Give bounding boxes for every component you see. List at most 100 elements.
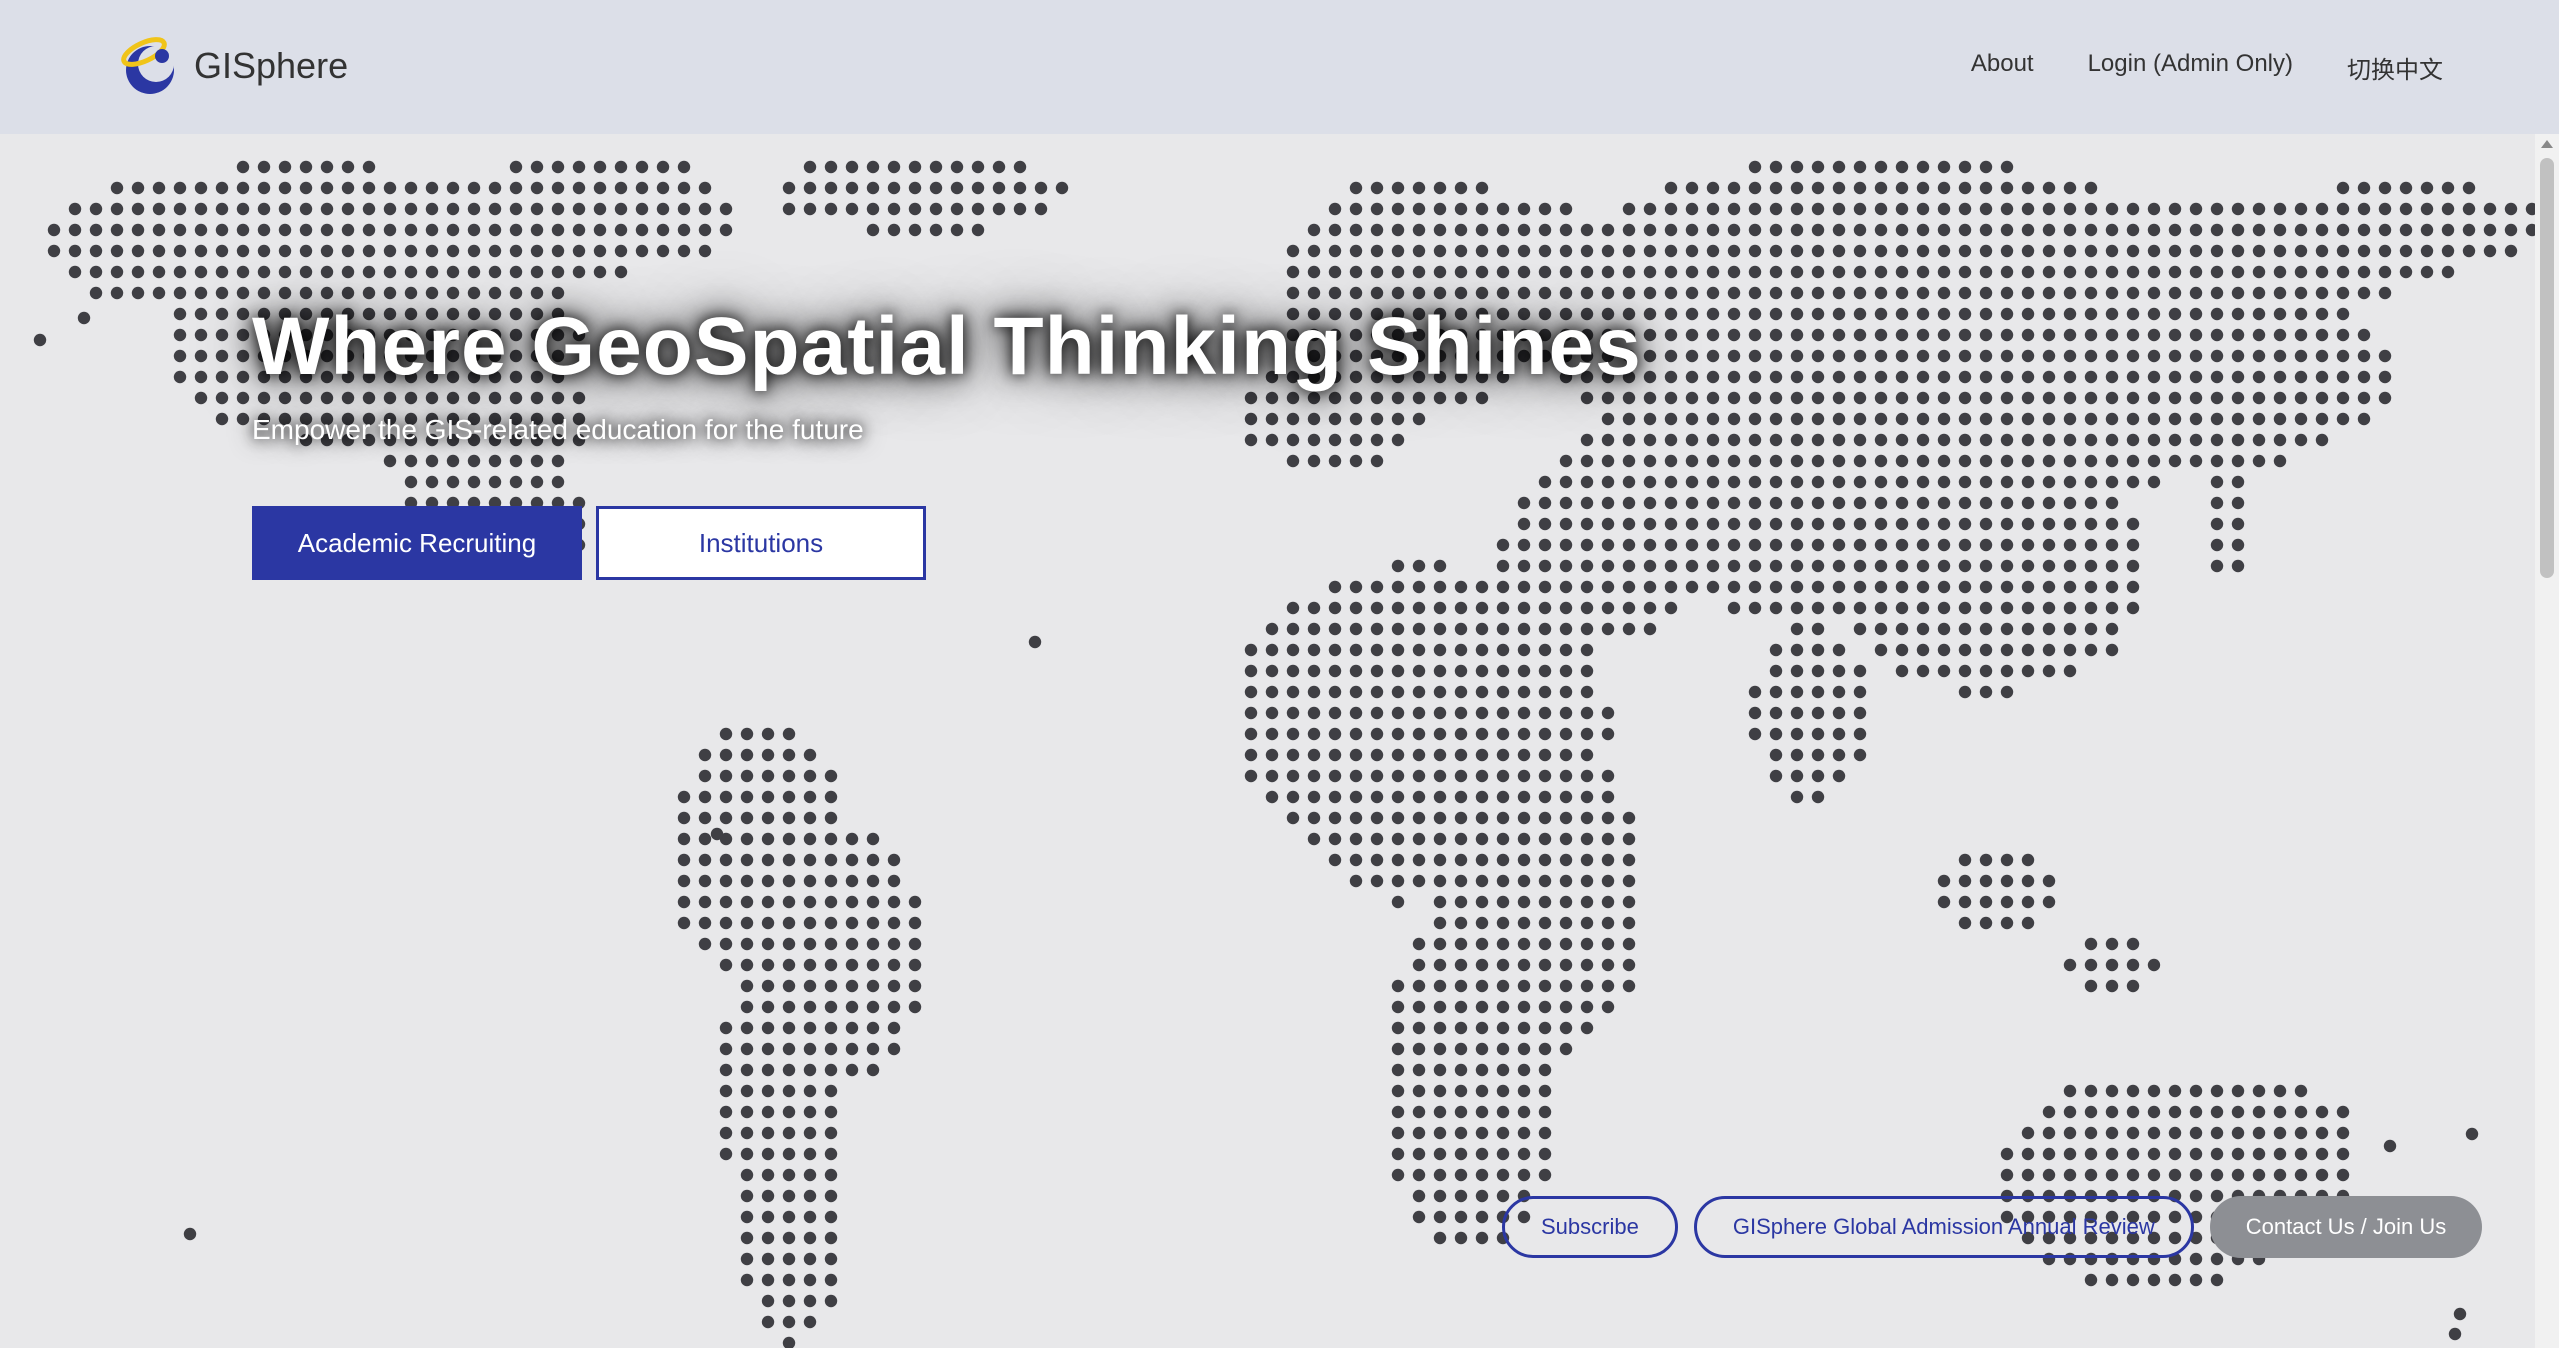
- map-dot: [782, 958, 796, 972]
- page-scrollbar[interactable]: [2535, 134, 2559, 1348]
- map-dot: [2063, 328, 2077, 342]
- map-dot: [719, 1147, 733, 1161]
- annual-review-button[interactable]: GISphere Global Admission Annual Review: [1693, 1196, 2194, 1258]
- map-dot: [2336, 1147, 2350, 1161]
- map-dot: [1391, 1168, 1405, 1182]
- map-dot: [782, 853, 796, 867]
- map-dot: [1349, 181, 1363, 195]
- scroll-up-icon[interactable]: [2541, 140, 2553, 148]
- map-dot: [1937, 517, 1951, 531]
- map-dot: [1286, 454, 1300, 468]
- map-dot: [2231, 559, 2245, 573]
- map-dot: [2378, 370, 2392, 384]
- map-dot: [719, 1105, 733, 1119]
- map-dot: [866, 895, 880, 909]
- map-dot: [1286, 601, 1300, 615]
- map-dot: [2042, 475, 2056, 489]
- map-dot: [1874, 412, 1888, 426]
- nav-about[interactable]: About: [1971, 50, 2034, 85]
- map-dot: [1937, 286, 1951, 300]
- subscribe-button[interactable]: Subscribe: [1502, 1196, 1678, 1258]
- nav-login[interactable]: Login (Admin Only): [2088, 50, 2293, 85]
- map-dot: [1601, 790, 1615, 804]
- map-dot: [1307, 244, 1321, 258]
- map-dot: [2336, 1126, 2350, 1140]
- map-dot: [1811, 496, 1825, 510]
- map-dot: [2126, 433, 2140, 447]
- map-dot: [929, 202, 943, 216]
- map-dot: [2084, 937, 2098, 951]
- map-dot: [2042, 1105, 2056, 1119]
- contact-us-button[interactable]: Contact Us / Join Us: [2209, 1196, 2483, 1258]
- scrollbar-thumb[interactable]: [2540, 158, 2554, 578]
- map-dot: [1832, 643, 1846, 657]
- map-dot: [1916, 475, 1930, 489]
- map-dot: [488, 223, 502, 237]
- map-dot: [1811, 160, 1825, 174]
- map-dot: [572, 202, 586, 216]
- map-dot: [1979, 559, 1993, 573]
- map-dot: [425, 202, 439, 216]
- map-dot: [1979, 265, 1993, 279]
- map-dot: [1706, 181, 1720, 195]
- map-dot: [1454, 769, 1468, 783]
- map-dot: [1496, 1084, 1510, 1098]
- map-dot: [2042, 1168, 2056, 1182]
- map-dot: [383, 181, 397, 195]
- brand-logo[interactable]: GISphere: [116, 34, 348, 98]
- map-dot: [1538, 601, 1552, 615]
- map-dot: [1853, 706, 1867, 720]
- map-dot: [341, 265, 355, 279]
- map-dot: [1412, 601, 1426, 615]
- map-dot: [614, 181, 628, 195]
- map-dot: [1475, 1084, 1489, 1098]
- map-dot: [845, 160, 859, 174]
- map-dot: [1538, 685, 1552, 699]
- map-dot: [2147, 412, 2161, 426]
- map-dot: [719, 1084, 733, 1098]
- map-dot: [1685, 265, 1699, 279]
- map-dot: [782, 181, 796, 195]
- map-dot: [2126, 202, 2140, 216]
- map-dot: [1895, 454, 1909, 468]
- map-dot: [1475, 1042, 1489, 1056]
- map-dot: [509, 265, 523, 279]
- map-dot: [2084, 1273, 2098, 1287]
- nav-switch-language[interactable]: 切换中文: [2347, 50, 2443, 85]
- map-dot: [1433, 685, 1447, 699]
- map-dot: [1622, 958, 1636, 972]
- map-dot: [1538, 202, 1552, 216]
- map-dot: [2147, 1084, 2161, 1098]
- map-dot: [194, 349, 208, 363]
- map-dot: [1748, 475, 1762, 489]
- map-dot: [1727, 559, 1741, 573]
- map-dot: [2168, 1084, 2182, 1098]
- map-dot: [1727, 307, 1741, 321]
- map-dot: [2315, 433, 2329, 447]
- map-dot: [1685, 244, 1699, 258]
- map-dot: [1685, 475, 1699, 489]
- map-dot: [2042, 223, 2056, 237]
- map-dot: [866, 1063, 880, 1077]
- map-dot: [1286, 727, 1300, 741]
- institutions-button[interactable]: Institutions: [596, 506, 926, 580]
- map-dot: [1433, 622, 1447, 636]
- map-dot: [1580, 643, 1594, 657]
- map-dot: [1790, 664, 1804, 678]
- map-dot: [2252, 433, 2266, 447]
- map-dot: [1958, 853, 1972, 867]
- map-dot: [1916, 517, 1930, 531]
- academic-recruiting-button[interactable]: Academic Recruiting: [252, 506, 582, 580]
- map-dot: [1517, 685, 1531, 699]
- map-dot: [1895, 496, 1909, 510]
- map-dot: [1559, 454, 1573, 468]
- map-dot: [467, 286, 481, 300]
- map-dot: [1307, 622, 1321, 636]
- map-dot: [383, 454, 397, 468]
- map-dot: [1538, 223, 1552, 237]
- map-dot: [2000, 853, 2014, 867]
- map-dot: [1412, 580, 1426, 594]
- map-dot: [2105, 286, 2119, 300]
- map-dot: [194, 328, 208, 342]
- map-dot: [2420, 181, 2434, 195]
